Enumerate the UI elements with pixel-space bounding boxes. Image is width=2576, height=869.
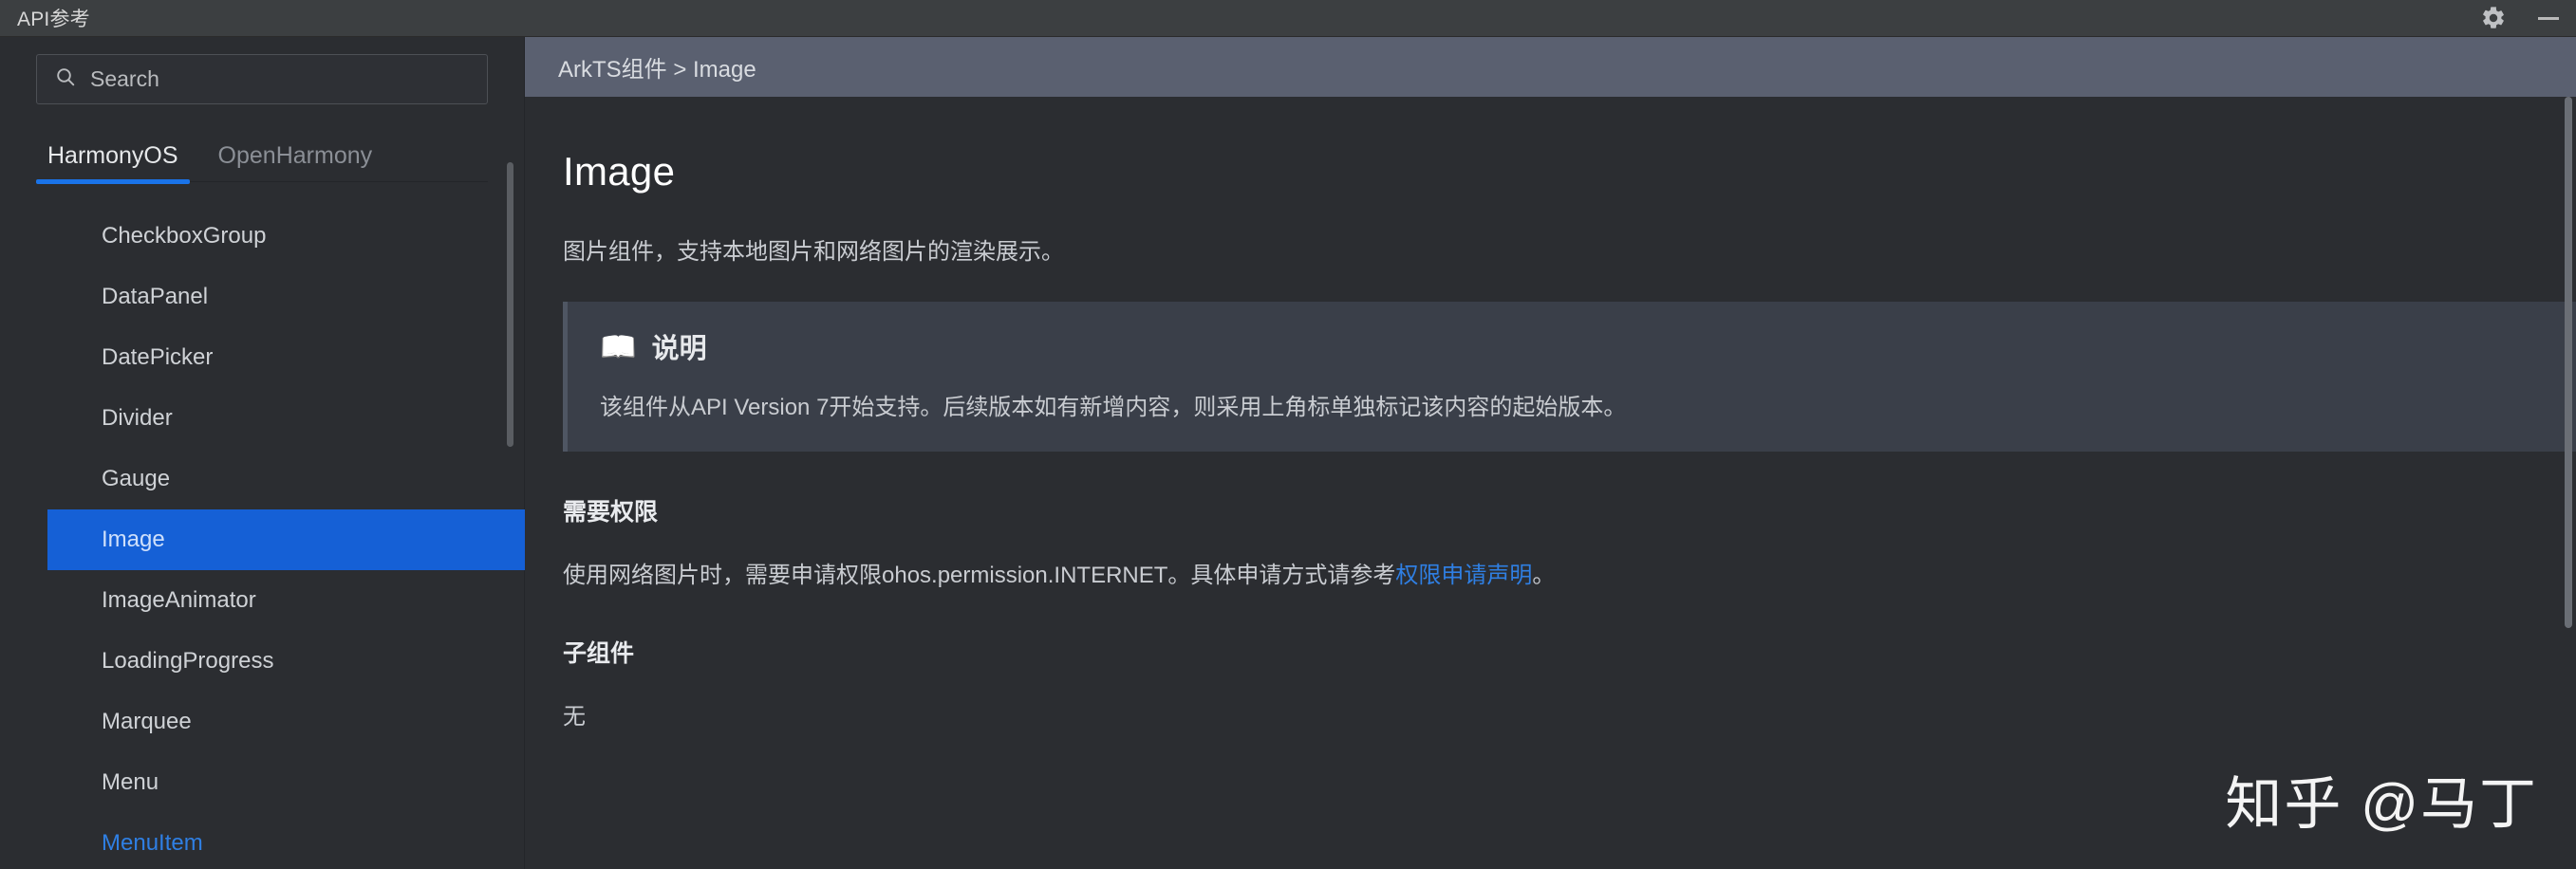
sidebar-item-menuitem[interactable]: MenuItem <box>0 813 525 869</box>
note-body: 该组件从API Version 7开始支持。后续版本如有新增内容，则采用上角标单… <box>600 395 1627 421</box>
sidebar-item-datapanel[interactable]: DataPanel <box>0 267 525 327</box>
sidebar-item-divider[interactable]: Divider <box>0 388 525 449</box>
permissions-paragraph: 使用网络图片时，需要申请权限ohos.permission.INTERNET。具… <box>563 558 2499 593</box>
content-pane: ArkTS组件 > Image Image 图片组件，支持本地图片和网络图片的渲… <box>525 37 2576 869</box>
note-header: 📖 说明 <box>600 326 2552 366</box>
window-title: API参考 <box>17 9 90 30</box>
minimize-icon <box>2538 16 2559 20</box>
search-box[interactable] <box>36 54 488 104</box>
document-area: Image 图片组件，支持本地图片和网络图片的渲染展示。 📖 说明 该组件从AP… <box>525 97 2576 869</box>
sidebar-item-image[interactable]: Image <box>47 509 525 570</box>
permission-declaration-link[interactable]: 权限申请声明 <box>1395 563 1532 588</box>
tab-openharmony[interactable]: OpenHarmony <box>207 142 384 181</box>
children-paragraph: 无 <box>563 704 586 730</box>
sidebar-item-imageanimator[interactable]: ImageAnimator <box>0 570 525 631</box>
note-title: 说明 <box>651 334 707 365</box>
sidebar-item-marquee[interactable]: Marquee <box>0 692 525 752</box>
minimize-button[interactable] <box>2521 0 2576 37</box>
gear-icon <box>2480 5 2507 31</box>
section-heading-children: 子组件 <box>563 640 635 668</box>
breadcrumb-bar: ArkTS组件 > Image <box>525 37 2576 97</box>
search-area <box>0 37 524 104</box>
permissions-text-before-link: 使用网络图片时，需要申请权限ohos.permission.INTERNET。具… <box>563 563 1396 589</box>
window-title-bar: API参考 <box>0 0 2576 37</box>
window-controls <box>2466 0 2576 36</box>
permissions-text-after-link: 。 <box>1532 563 1556 589</box>
content-scrollbar[interactable] <box>2565 97 2572 628</box>
page-title: Image <box>563 149 676 194</box>
intro-paragraph: 图片组件，支持本地图片和网络图片的渲染展示。 <box>563 239 1064 265</box>
sidebar-nav-list[interactable]: CheckboxGroup DataPanel DatePicker Divid… <box>0 206 525 869</box>
sidebar-item-datepicker[interactable]: DatePicker <box>0 327 525 388</box>
document-inner: Image 图片组件，支持本地图片和网络图片的渲染展示。 📖 说明 该组件从AP… <box>525 149 2576 735</box>
breadcrumb[interactable]: ArkTS组件 > Image <box>558 50 756 83</box>
book-icon: 📖 <box>600 329 637 363</box>
note-callout: 📖 说明 该组件从API Version 7开始支持。后续版本如有新增内容，则采… <box>563 302 2576 453</box>
search-icon <box>54 65 77 93</box>
search-input[interactable] <box>90 66 470 92</box>
sidebar-item-checkboxgroup[interactable]: CheckboxGroup <box>0 206 525 267</box>
sidebar-item-loadingprogress[interactable]: LoadingProgress <box>0 631 525 692</box>
tab-harmonyos[interactable]: HarmonyOS <box>36 142 190 184</box>
sidebar-tabs: HarmonyOS OpenHarmony <box>36 129 488 184</box>
sidebar-scrollbar[interactable] <box>507 162 513 447</box>
settings-button[interactable] <box>2466 0 2521 37</box>
app-body: HarmonyOS OpenHarmony CheckboxGroup Data… <box>0 37 2576 869</box>
sidebar-item-menu[interactable]: Menu <box>0 752 525 813</box>
sidebar: HarmonyOS OpenHarmony CheckboxGroup Data… <box>0 37 525 869</box>
section-heading-permissions: 需要权限 <box>563 499 659 527</box>
sidebar-item-gauge[interactable]: Gauge <box>0 449 525 509</box>
